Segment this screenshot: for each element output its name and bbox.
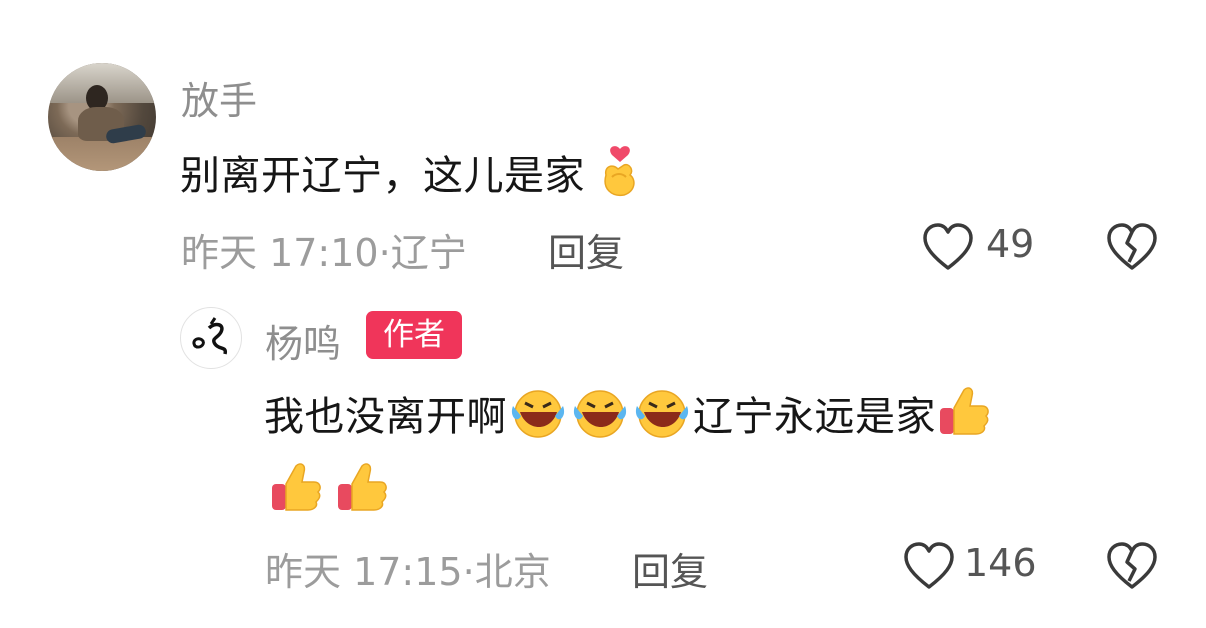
broken-heart-icon — [1107, 542, 1157, 589]
author-username[interactable]: 杨鸣 — [265, 313, 341, 368]
author-avatar[interactable] — [180, 307, 242, 369]
thumbs-up-emoji — [334, 460, 390, 518]
reply-text: 我也没离开啊 辽宁永远是家 — [264, 384, 992, 448]
reply-dislike-button[interactable] — [1105, 541, 1159, 595]
reply-text-line2 — [268, 460, 390, 518]
thumbs-up-emoji — [936, 384, 992, 448]
commenter-username[interactable]: 放手 — [181, 70, 257, 125]
broken-heart-icon — [1107, 223, 1157, 270]
reply-reply-button[interactable]: 回复 — [632, 541, 708, 596]
rofl-emoji — [569, 386, 631, 448]
reply-like-count: 146 — [964, 541, 1037, 585]
reply-location: 北京 — [474, 550, 551, 594]
comment-location: 辽宁 — [390, 231, 467, 275]
comment-reply-button[interactable]: 回复 — [548, 222, 624, 277]
comment-like-count: 49 — [986, 222, 1035, 266]
rofl-emoji — [507, 386, 569, 448]
comment-meta: 昨天 17:10·辽宁 — [181, 231, 467, 275]
rofl-emoji — [631, 386, 693, 448]
comment-dislike-button[interactable] — [1105, 222, 1159, 276]
comment-time: 昨天 17:10 — [181, 231, 379, 275]
reply-text-part2: 辽宁永远是家 — [693, 394, 936, 440]
comment-text-content: 别离开辽宁，这儿是家 — [180, 153, 585, 199]
comment-text: 别离开辽宁，这儿是家 — [180, 143, 640, 207]
reply-meta: 昨天 17:15·北京 — [265, 550, 551, 594]
heart-icon — [923, 223, 973, 270]
reply-time: 昨天 17:15 — [265, 550, 463, 594]
comment-like-button[interactable] — [921, 222, 975, 276]
heart-icon — [904, 542, 954, 589]
reply-text-part1: 我也没离开啊 — [264, 394, 507, 440]
thumbs-up-emoji — [268, 460, 324, 518]
commenter-avatar[interactable] — [48, 63, 156, 171]
finger-heart-emoji — [598, 145, 640, 207]
reply-like-button[interactable] — [902, 541, 956, 595]
calligraphy-logo — [192, 317, 228, 355]
author-badge: 作者 — [366, 311, 462, 359]
